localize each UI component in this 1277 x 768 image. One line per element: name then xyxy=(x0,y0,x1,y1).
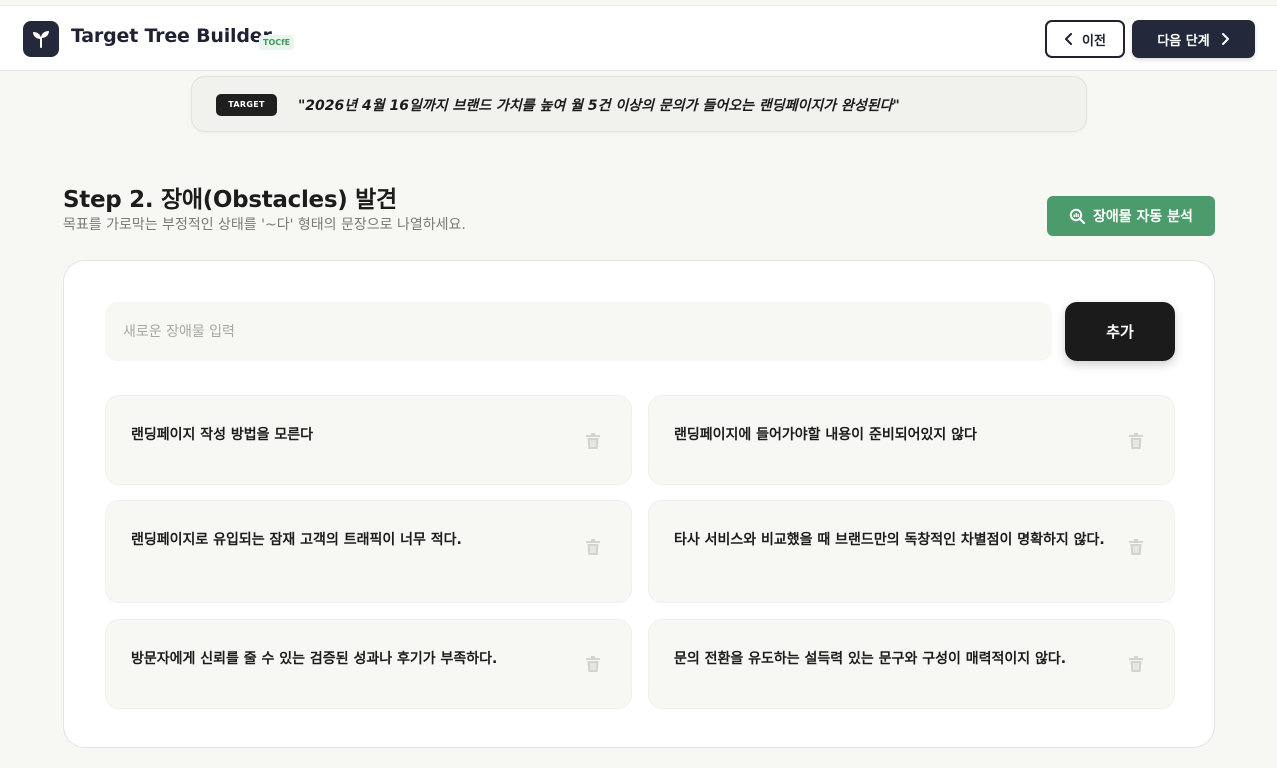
trash-icon[interactable] xyxy=(1129,656,1143,672)
obstacle-item: 랜딩페이지로 유입되는 잠재 고객의 트래픽이 너무 적다. xyxy=(105,500,632,603)
target-banner: TARGET "2026년 4월 16일까지 브랜드 가치를 높여 월 5건 이… xyxy=(191,76,1087,132)
trash-icon[interactable] xyxy=(1129,433,1143,449)
obstacle-item: 문의 전환을 유도하는 설득력 있는 문구와 구성이 매력적이지 않다. xyxy=(648,619,1175,709)
target-tag: TARGET xyxy=(216,94,277,116)
prev-button[interactable]: 이전 xyxy=(1045,20,1125,58)
target-statement: "2026년 4월 16일까지 브랜드 가치를 높여 월 5건 이상의 문의가 … xyxy=(298,98,900,114)
chevron-right-icon xyxy=(1221,33,1229,45)
add-obstacle-button[interactable]: 추가 xyxy=(1065,302,1175,361)
obstacle-item: 방문자에게 신뢰를 줄 수 있는 검증된 성과나 후기가 부족하다. xyxy=(105,619,632,709)
auto-analyze-button[interactable]: 장애물 자동 분석 xyxy=(1047,196,1215,236)
trash-icon[interactable] xyxy=(586,539,600,555)
obstacle-text: 랜딩페이지 작성 방법을 모른다 xyxy=(131,427,314,443)
step-description: 목표를 가로막는 부정적인 상태를 '~다' 형태의 문장으로 나열하세요. xyxy=(63,217,466,233)
obstacle-input[interactable] xyxy=(105,302,1052,361)
trash-icon[interactable] xyxy=(586,656,600,672)
obstacle-text: 랜딩페이지로 유입되는 잠재 고객의 트래픽이 너무 적다. xyxy=(131,532,462,548)
app-title: Target Tree Builder xyxy=(71,25,272,47)
obstacle-text: 문의 전환을 유도하는 설득력 있는 문구와 구성이 매력적이지 않다. xyxy=(674,651,1067,667)
obstacle-item: 랜딩페이지 작성 방법을 모른다 xyxy=(105,395,632,485)
prev-button-label: 이전 xyxy=(1082,33,1106,49)
auto-analyze-label: 장애물 자동 분석 xyxy=(1093,209,1193,225)
app-badge: TOCfE xyxy=(259,35,295,50)
app-header: Target Tree Builder TOCfE 이전 다음 단계 xyxy=(0,5,1277,71)
obstacle-text: 랜딩페이지에 들어가야할 내용이 준비되어있지 않다 xyxy=(674,427,977,443)
step-title: Step 2. 장애(Obstacles) 발견 xyxy=(63,187,397,213)
next-button-label: 다음 단계 xyxy=(1157,33,1210,49)
trash-icon[interactable] xyxy=(1129,539,1143,555)
search-analysis-icon xyxy=(1069,208,1086,224)
obstacle-text: 타사 서비스와 비교했을 때 브랜드만의 독창적인 차별점이 명확하지 않다. xyxy=(674,532,1105,548)
chevron-left-icon xyxy=(1065,33,1073,45)
obstacle-item: 랜딩페이지에 들어가야할 내용이 준비되어있지 않다 xyxy=(648,395,1175,485)
sprout-icon[interactable] xyxy=(23,21,59,57)
obstacle-text: 방문자에게 신뢰를 줄 수 있는 검증된 성과나 후기가 부족하다. xyxy=(131,651,498,667)
obstacles-card: 추가 랜딩페이지 작성 방법을 모른다 랜딩페이지에 들어가야할 내용이 준비되… xyxy=(63,260,1215,748)
trash-icon[interactable] xyxy=(586,433,600,449)
next-step-button[interactable]: 다음 단계 xyxy=(1132,20,1255,58)
obstacle-item: 타사 서비스와 비교했을 때 브랜드만의 독창적인 차별점이 명확하지 않다. xyxy=(648,500,1175,603)
